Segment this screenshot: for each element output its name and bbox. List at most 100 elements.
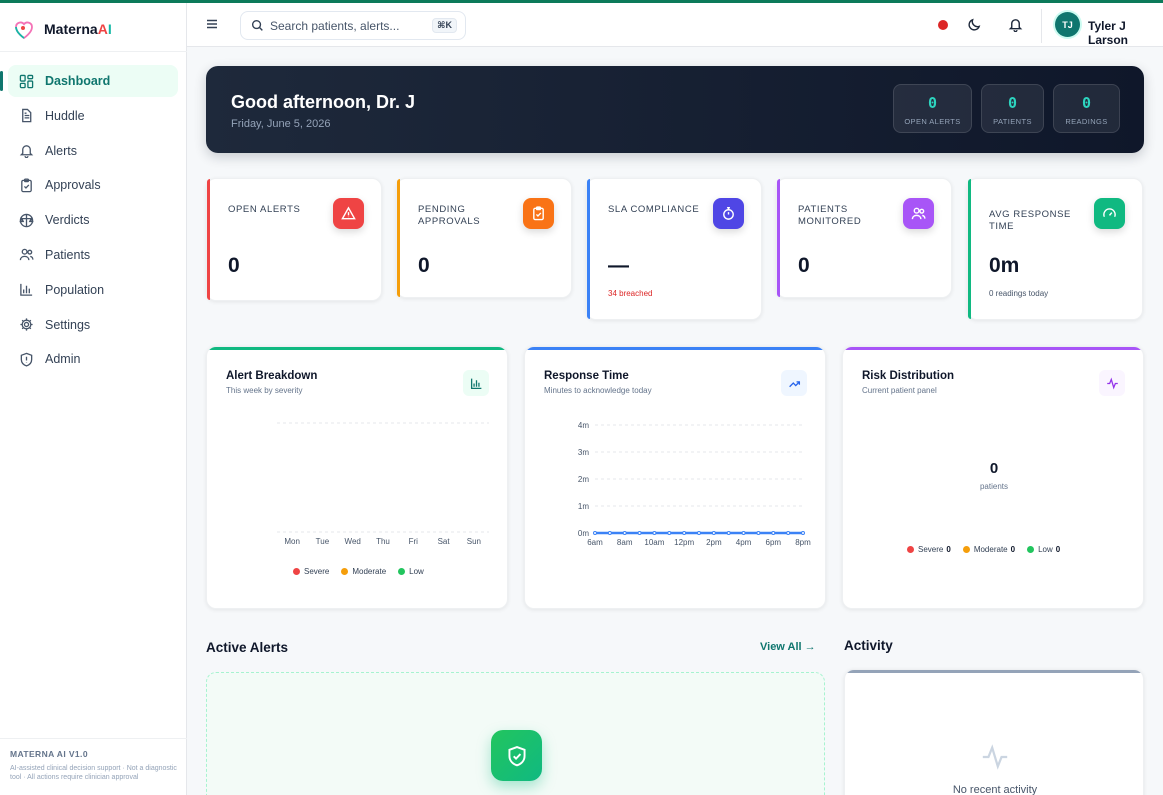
- top-header: Search patients, alerts... ⌘K TJ Tyler J…: [187, 3, 1163, 47]
- x-tick-label: Sun: [467, 537, 481, 546]
- kpi-value: —: [608, 254, 629, 277]
- scales-icon: [18, 212, 34, 228]
- heart-logo-icon: [15, 21, 33, 40]
- legend-item-moderate: Moderate: [341, 567, 386, 576]
- kpi-card-open-alerts[interactable]: OPEN ALERTS 0: [206, 178, 382, 301]
- users-icon: [903, 198, 934, 229]
- risk-distribution-card: Risk Distribution Current patient panel …: [842, 346, 1144, 609]
- sidebar-item-label: Dashboard: [45, 74, 111, 88]
- sidebar-item-huddle[interactable]: Huddle: [8, 100, 178, 132]
- avatar[interactable]: TJ: [1055, 12, 1080, 37]
- disclaimer-text: AI-assisted clinical decision support · …: [10, 765, 177, 781]
- app-name: MaternaAI: [44, 21, 112, 37]
- clipboard-icon: [523, 198, 554, 229]
- gear-icon: [18, 317, 34, 333]
- y-tick-label: 2m: [578, 475, 589, 484]
- alert-breakdown-card: Alert Breakdown This week by severity Mo…: [206, 346, 508, 609]
- sidebar-item-alerts[interactable]: Alerts: [8, 135, 178, 167]
- activity-empty-text: No recent activity: [952, 784, 1038, 795]
- sidebar-item-patients[interactable]: Patients: [8, 239, 178, 271]
- activity-title: Activity: [844, 638, 893, 653]
- kpi-card-avg-response-time[interactable]: AVG RESPONSE TIME 0m 0 readings today: [967, 178, 1143, 320]
- data-point: [697, 531, 701, 535]
- sidebar-item-population[interactable]: Population: [8, 274, 178, 306]
- view-all-link[interactable]: View All →: [760, 641, 816, 653]
- chart-subtitle: Current patient panel: [862, 386, 937, 395]
- menu-icon[interactable]: [205, 17, 221, 33]
- sidebar-item-settings[interactable]: Settings: [8, 309, 178, 341]
- hero-stat-open-alerts: 0 OPEN ALERTS: [893, 84, 972, 133]
- search-shortcut-badge: ⌘K: [432, 18, 457, 33]
- sidebar-item-label: Verdicts: [45, 213, 90, 228]
- bar-chart-icon: [18, 282, 34, 298]
- moon-icon[interactable]: [967, 17, 982, 37]
- bar-chart-icon[interactable]: [463, 370, 489, 396]
- legend-item-low: Low 0: [1027, 545, 1060, 554]
- kpi-title: AVG RESPONSE TIME: [989, 209, 1071, 232]
- sidebar-nav: Dashboard Huddle Alerts Approvals Verdic…: [0, 65, 178, 378]
- sidebar-item-label: Population: [45, 282, 105, 297]
- kpi-subtext: 0 readings today: [989, 289, 1049, 298]
- active-alerts-empty-state: [206, 672, 825, 795]
- activity-icon[interactable]: [1099, 370, 1125, 396]
- app-logo[interactable]: MaternaAI: [12, 15, 112, 43]
- chart-title: Risk Distribution: [862, 370, 955, 382]
- data-point: [652, 531, 657, 535]
- x-tick-label: 6pm: [766, 538, 782, 547]
- legend-item-moderate: Moderate 0: [962, 545, 1015, 554]
- chart-title: Response Time: [544, 370, 629, 382]
- clipboard-check-icon: [18, 177, 34, 193]
- arrow-right-icon: →: [804, 641, 816, 653]
- data-point: [667, 531, 672, 535]
- shield-check-icon: [491, 730, 542, 781]
- sidebar-item-label: Patients: [45, 247, 91, 262]
- sidebar-item-label: Huddle: [45, 108, 85, 123]
- risk-total-label: patients: [979, 482, 1009, 491]
- version-label: MATERNA AI V1.0: [10, 749, 88, 759]
- kpi-value: 0: [798, 254, 810, 277]
- sidebar-item-approvals[interactable]: Approvals: [8, 169, 178, 201]
- x-tick-label: Fri: [409, 537, 419, 546]
- search-input[interactable]: Search patients, alerts... ⌘K: [240, 11, 466, 40]
- kpi-value: 0m: [989, 254, 1020, 277]
- data-point: [682, 531, 687, 535]
- kpi-card-sla-compliance[interactable]: SLA COMPLIANCE — 34 breached: [586, 178, 762, 320]
- shield-icon: [18, 351, 34, 367]
- kpi-title: SLA COMPLIANCE: [608, 204, 700, 215]
- sidebar-item-label: Admin: [45, 352, 81, 367]
- kpi-card-patients-monitored[interactable]: PATIENTS MONITORED 0: [776, 178, 952, 298]
- sidebar-item-admin[interactable]: Admin: [8, 343, 178, 375]
- legend-item-low: Low: [398, 567, 424, 576]
- hero-stat-readings: 0 READINGS: [1053, 84, 1120, 133]
- search-icon: [251, 19, 263, 31]
- notifications-bell-icon[interactable]: [1008, 17, 1023, 37]
- data-point: [593, 531, 597, 535]
- bell-icon: [18, 143, 34, 159]
- status-indicator[interactable]: [938, 20, 948, 30]
- y-tick-label: 1m: [578, 502, 589, 511]
- user-name[interactable]: Tyler J Larson: [1088, 19, 1163, 47]
- users-icon: [18, 247, 34, 263]
- kpi-card-pending-approvals[interactable]: PENDING APPROVALS 0: [396, 178, 572, 298]
- x-tick-label: Mon: [284, 537, 300, 546]
- chart-subtitle: This week by severity: [226, 386, 303, 395]
- sidebar-item-label: Approvals: [45, 178, 101, 193]
- kpi-subtext: 34 breached: [608, 289, 653, 298]
- x-tick-label: 8pm: [795, 538, 811, 547]
- warning-icon: [333, 198, 364, 229]
- x-tick-label: 12pm: [674, 538, 694, 547]
- legend-item-severe: Severe: [293, 567, 329, 576]
- sidebar: MaternaAI Dashboard Huddle Alerts Approv…: [0, 3, 187, 795]
- sidebar-item-label: Alerts: [45, 143, 77, 158]
- trending-up-icon[interactable]: [781, 370, 807, 396]
- sidebar-item-label: Settings: [45, 317, 91, 332]
- risk-total-value: 0: [989, 460, 999, 477]
- y-tick-label: 4m: [578, 421, 589, 430]
- response-time-chart: 0m 1m 2m 3m 4m 6am 8am 10am 12pm 2pm 4pm 6pm 8pm: [578, 421, 811, 547]
- welcome-banner: Good afternoon, Dr. J Friday, June 5, 20…: [206, 66, 1144, 153]
- data-point: [801, 531, 805, 535]
- sidebar-item-dashboard[interactable]: Dashboard: [0, 65, 178, 97]
- data-point: [771, 531, 776, 535]
- response-time-card: Response Time Minutes to acknowledge tod…: [524, 346, 826, 609]
- sidebar-item-verdicts[interactable]: Verdicts: [8, 204, 178, 236]
